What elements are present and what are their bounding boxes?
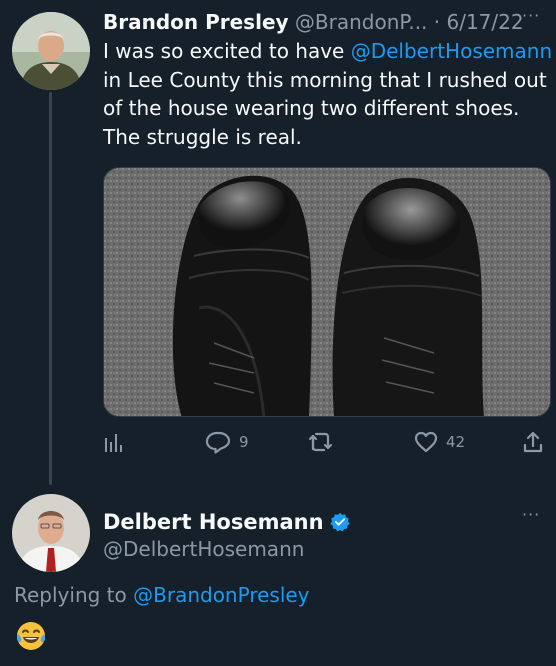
share-icon [523,431,543,453]
tweet-header: Brandon Presley @BrandonP... · 6/17/22 [103,8,543,36]
replying-to-line: Replying to @BrandonPresley [14,582,310,608]
author-handle[interactable]: @BrandonP... [295,10,428,34]
like-button[interactable]: 42 [414,427,465,457]
verified-badge-icon [329,512,350,532]
share-button[interactable] [522,427,544,457]
retweet-button[interactable] [307,427,335,457]
like-count: 42 [446,433,466,451]
reply-author-name[interactable]: Delbert Hosemann [103,507,324,537]
tweet-date[interactable]: 6/17/22 [446,10,523,34]
reply-button[interactable]: 9 [205,427,249,457]
retweet-icon [308,432,333,452]
tweet-text: I was so excited to have @DelbertHoseman… [103,37,553,151]
avatar-delbert-hosemann[interactable] [12,494,90,572]
face-with-tears-of-joy-icon [16,622,46,650]
shoes-photo-icon [104,168,550,416]
avatar-brandon-presley[interactable] [12,12,90,90]
reply-count: 9 [239,433,249,451]
replying-to-mention[interactable]: @BrandonPresley [133,583,309,607]
reply-author-row: Delbert Hosemann [103,507,350,537]
reply-icon [205,431,231,454]
replying-prefix: Replying to [14,583,134,607]
mention-link[interactable]: @DelbertHosemann [351,39,552,63]
reply-emoji [15,620,47,652]
heart-icon [414,431,438,453]
header-separator: · [433,10,441,34]
tweet-more-options-button[interactable]: ··· [522,6,552,34]
analytics-icon [105,434,122,452]
author-name[interactable]: Brandon Presley [103,10,289,34]
reply-author-handle[interactable]: @DelbertHosemann [103,536,304,562]
tweet-photo[interactable] [103,167,551,417]
view-analytics-button[interactable] [104,427,122,457]
reply-more-options-button[interactable]: ··· [522,505,552,533]
tweet-text-part2: in Lee County this morning that I rushed… [103,67,547,149]
thread-connector-line [49,92,52,485]
tweet-text-part1: I was so excited to have [103,39,351,63]
